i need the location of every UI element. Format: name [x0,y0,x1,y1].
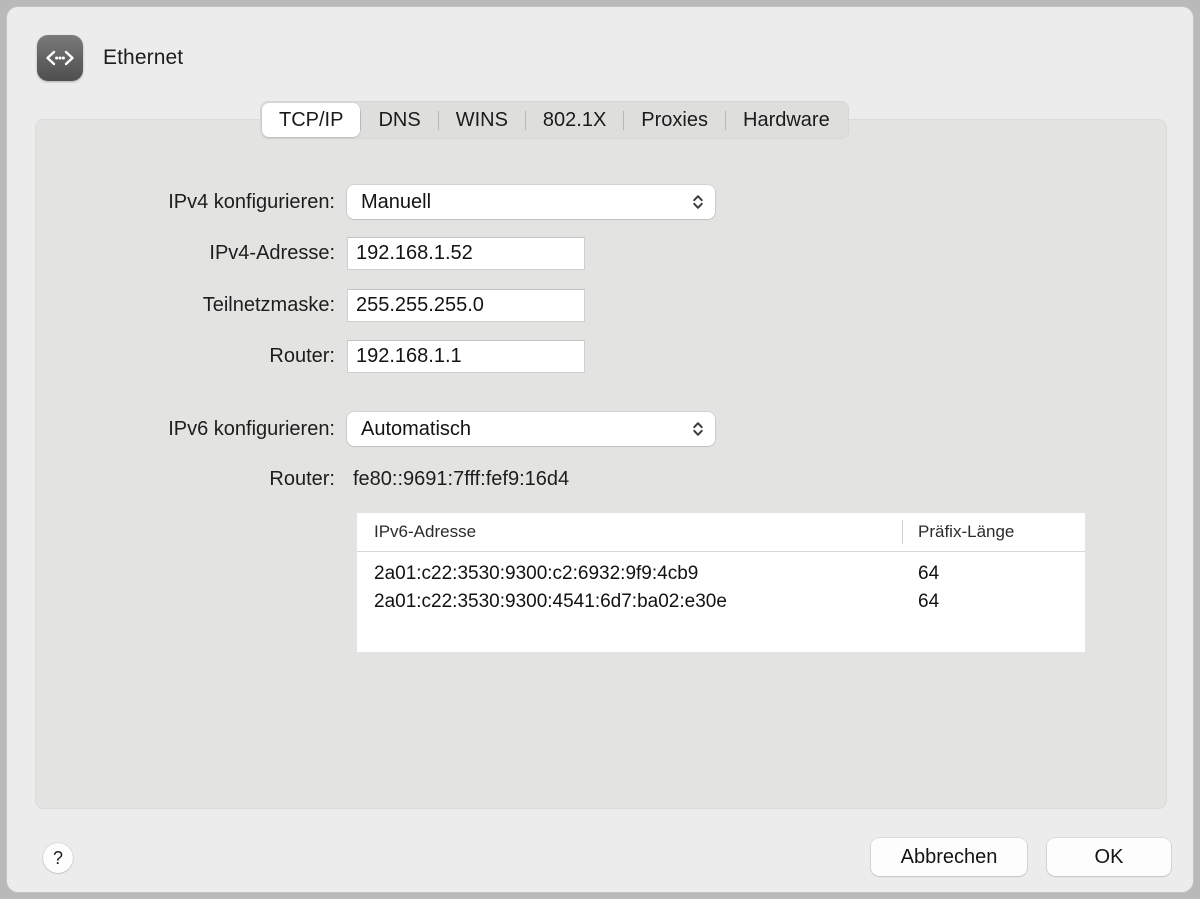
table-header-row: IPv6-Adresse Präfix-Länge [357,513,1085,552]
row-ipv4-address: IPv4-Adresse: 192.168.1.52 [27,237,585,270]
column-divider [902,520,903,544]
ipv4-router-input[interactable]: 192.168.1.1 [347,340,585,373]
tab-tcpip[interactable]: TCP/IP [262,103,361,137]
ipv4-address-label: IPv4-Adresse: [209,242,335,264]
ethernet-settings-window: Ethernet TCP/IP DNS WINS 802.1X Proxies … [6,6,1194,893]
ipv6-router-value: fe80::9691:7fff:fef9:16d4 [353,468,570,490]
column-header-prefix-length: Präfix-Länge [918,522,1015,541]
row-ipv6-router: Router: fe80::9691:7fff:fef9:16d4 [27,468,569,491]
table-row[interactable]: 2a01:c22:3530:9300:4541:6d7:ba02:e30e 64 [357,588,1085,616]
ethernet-icon [37,35,83,81]
titlebar: Ethernet [37,35,183,81]
row-ipv4-configure: IPv4 konfigurieren: Manuell [27,185,715,219]
ipv6-address-table: IPv6-Adresse Präfix-Länge 2a01:c22:3530:… [357,513,1085,652]
help-button[interactable]: ? [43,843,73,873]
ipv6-router-label: Router: [269,468,335,490]
ipv4-configure-label: IPv4 konfigurieren: [168,190,335,213]
ipv4-configure-value: Manuell [361,190,432,213]
ok-button[interactable]: OK [1047,838,1171,876]
column-header-address: IPv6-Adresse [374,522,477,541]
ipv6-configure-value: Automatisch [361,417,472,440]
chevron-updown-icon [693,195,703,209]
cell-prefix-length: 64 [918,591,940,612]
tab-wins[interactable]: WINS [439,103,525,137]
ipv6-configure-label: IPv6 konfigurieren: [168,417,335,440]
chevron-updown-icon [693,422,703,436]
tab-bar: TCP/IP DNS WINS 802.1X Proxies Hardware [260,101,849,139]
row-subnet-mask: Teilnetzmaske: 255.255.255.0 [27,289,585,322]
page-title: Ethernet [103,46,184,69]
table-row[interactable]: 2a01:c22:3530:9300:c2:6932:9f9:4cb9 64 [357,560,1085,588]
subnet-mask-label: Teilnetzmaske: [202,294,335,316]
ipv4-router-label: Router: [269,345,335,367]
tcpip-panel [35,119,1167,809]
ipv4-configure-select[interactable]: Manuell [347,185,715,219]
cancel-button[interactable]: Abbrechen [871,838,1027,876]
ipv4-address-input[interactable]: 192.168.1.52 [347,237,585,270]
row-ipv4-router: Router: 192.168.1.1 [27,340,585,373]
ipv6-configure-select[interactable]: Automatisch [347,412,715,446]
tab-dns[interactable]: DNS [361,103,437,137]
row-ipv6-configure: IPv6 konfigurieren: Automatisch [27,412,715,446]
subnet-mask-input[interactable]: 255.255.255.0 [347,289,585,322]
cell-prefix-length: 64 [918,563,940,584]
tab-8021x[interactable]: 802.1X [526,103,623,137]
cell-ipv6-address: 2a01:c22:3530:9300:c2:6932:9f9:4cb9 [374,563,699,584]
cell-ipv6-address: 2a01:c22:3530:9300:4541:6d7:ba02:e30e [374,591,727,612]
tab-proxies[interactable]: Proxies [624,103,725,137]
tab-hardware[interactable]: Hardware [726,103,847,137]
